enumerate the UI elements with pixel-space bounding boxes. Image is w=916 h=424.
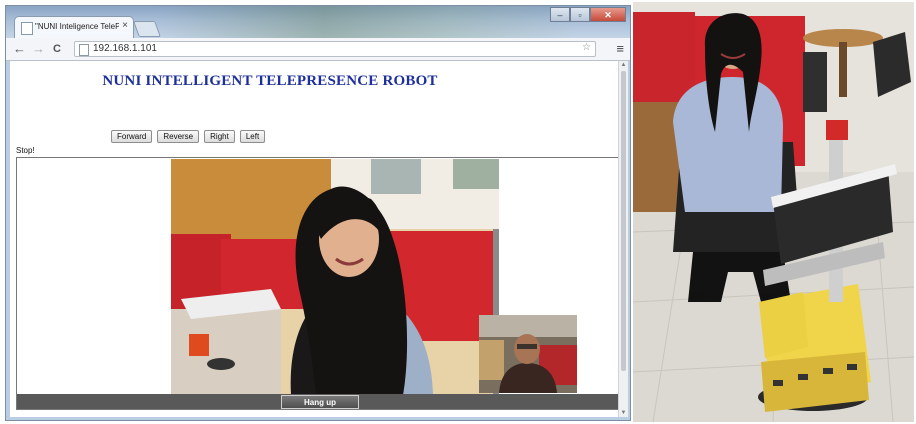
- remote-video-image: [171, 159, 499, 395]
- scrollbar-thumb[interactable]: [621, 71, 626, 371]
- right-button[interactable]: Right: [204, 130, 235, 143]
- page-favicon-icon: [21, 22, 33, 35]
- maximize-button[interactable]: ▫: [570, 7, 590, 22]
- video-call-frame: Hang up: [16, 157, 618, 410]
- forward-button[interactable]: Forward: [111, 130, 153, 143]
- url-text: 192.168.1.101: [93, 43, 157, 54]
- minimize-button[interactable]: –: [550, 7, 570, 22]
- page-title: NUNI INTELLIGENT TELEPRESENCE ROBOT: [102, 73, 438, 89]
- window-controls: – ▫ ✕: [550, 7, 626, 23]
- title-bar: "NUNI Inteligence TelePr × – ▫ ✕: [6, 6, 630, 38]
- browser-toolbar: ← → C 192.168.1.101 ☆ ≡: [6, 38, 630, 61]
- back-arrow-icon[interactable]: ←: [13, 41, 26, 57]
- page-viewport: NUNI INTELLIGENT TELEPRESENCE ROBOT Forw…: [10, 61, 618, 417]
- browser-window: "NUNI Inteligence TelePr × – ▫ ✕ ← → C 1…: [5, 5, 631, 421]
- scroll-down-icon[interactable]: ▼: [619, 410, 628, 416]
- forward-arrow-icon[interactable]: →: [32, 41, 45, 57]
- menu-icon[interactable]: ≡: [616, 41, 624, 56]
- hang-up-button[interactable]: Hang up: [281, 395, 359, 409]
- browser-tab[interactable]: "NUNI Inteligence TelePr ×: [14, 16, 134, 38]
- call-control-bar: Hang up: [17, 394, 618, 409]
- local-video-image: [479, 315, 577, 393]
- robot-photo-image: [633, 2, 914, 422]
- close-tab-icon[interactable]: ×: [122, 20, 128, 31]
- page-icon: [79, 44, 89, 56]
- desktop-background: [156, 6, 576, 38]
- bookmark-star-icon[interactable]: ☆: [582, 42, 591, 53]
- remote-video: [171, 159, 499, 395]
- reload-icon[interactable]: C: [53, 41, 61, 57]
- address-bar[interactable]: 192.168.1.101 ☆: [74, 41, 596, 57]
- local-video-pip: [479, 315, 577, 393]
- robot-controls: Forward Reverse Right Left: [111, 130, 266, 143]
- reverse-button[interactable]: Reverse: [157, 130, 200, 143]
- status-text: Stop!: [16, 146, 35, 155]
- tab-title: "NUNI Inteligence TelePr: [35, 22, 119, 31]
- left-button[interactable]: Left: [239, 130, 266, 143]
- scroll-up-icon[interactable]: ▲: [619, 62, 628, 68]
- robot-photo: [633, 2, 914, 422]
- close-window-button[interactable]: ✕: [590, 7, 626, 22]
- page-scrollbar[interactable]: ▲ ▼: [618, 61, 628, 417]
